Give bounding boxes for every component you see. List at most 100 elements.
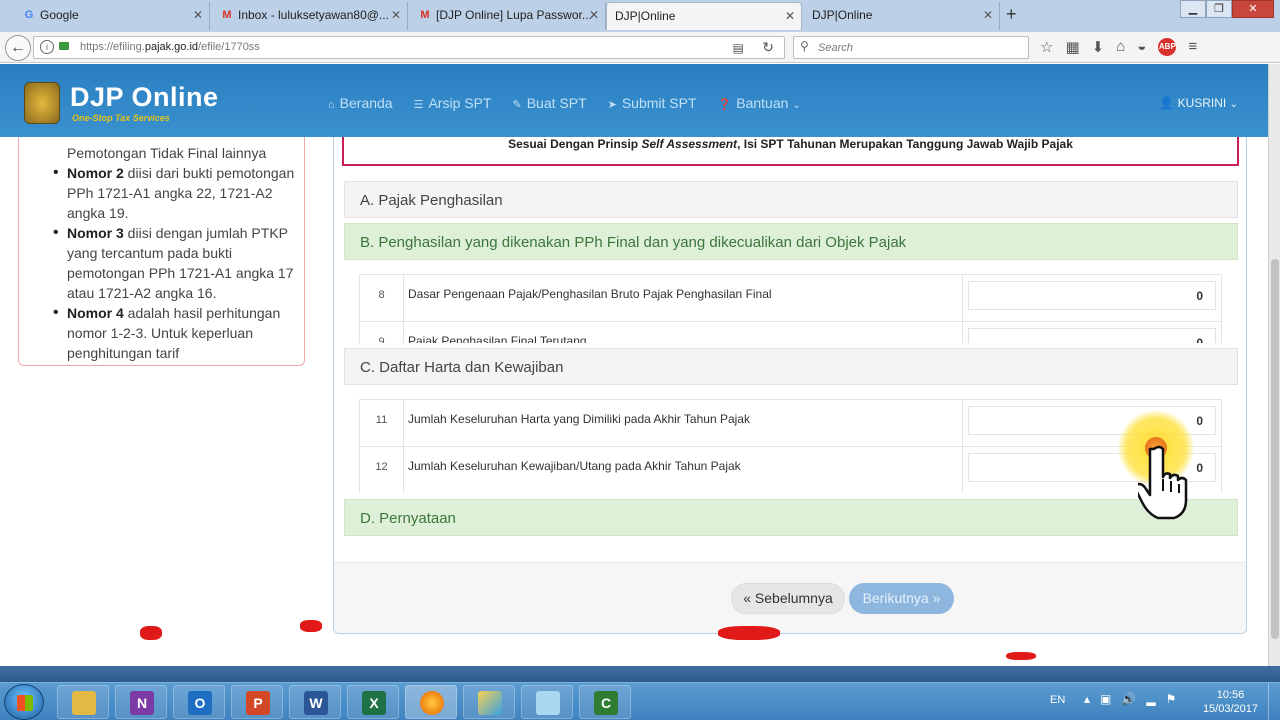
- google-favicon-icon: G: [24, 9, 34, 21]
- network-device-icon[interactable]: ▣: [1100, 692, 1111, 706]
- taskbar-outlook[interactable]: O: [173, 685, 225, 719]
- tab-label: Google: [40, 8, 79, 22]
- arrow-left-icon: ←: [10, 39, 26, 56]
- reader-view-icon[interactable]: ▤: [733, 41, 744, 55]
- close-tab-icon[interactable]: ✕: [193, 2, 203, 28]
- close-tab-icon[interactable]: ✕: [983, 2, 993, 28]
- dpp-final-input[interactable]: 0: [968, 281, 1216, 310]
- browser-status-strip: [0, 666, 1280, 682]
- taskbar-firefox[interactable]: [405, 685, 457, 719]
- tab-label: DJP|Online: [812, 8, 873, 22]
- maximize-button[interactable]: ❐: [1206, 0, 1232, 18]
- new-tab-button[interactable]: +: [1006, 4, 1017, 25]
- windows-logo-icon: [17, 695, 33, 711]
- onenote-icon: N: [130, 691, 154, 715]
- tab-djp-lupa-password[interactable]: M [DJP Online] Lupa Passwor... ✕: [410, 2, 606, 30]
- taskbar-excel[interactable]: X: [347, 685, 399, 719]
- word-icon: W: [304, 691, 328, 715]
- chevron-down-icon: ⌄: [1229, 99, 1238, 110]
- nav-buat-spt[interactable]: ✎ Buat SPT: [512, 95, 586, 111]
- taskbar-powerpoint[interactable]: P: [231, 685, 283, 719]
- url-text: https://efiling.pajak.go.id/efile/1770ss: [80, 41, 260, 53]
- page-scrollbar[interactable]: [1268, 64, 1280, 666]
- tab-djp-online[interactable]: DJP|Online ✕: [804, 2, 1000, 30]
- close-tab-icon[interactable]: ✕: [589, 2, 599, 28]
- list-item: Nomor 4 adalah hasil perhitungan nomor 1…: [53, 303, 297, 363]
- clock-time: 10:56: [1216, 689, 1245, 701]
- row-label: Pajak Penghasilan Final Terutang: [403, 321, 963, 343]
- nav-arsip-spt[interactable]: ☰ Arsip SPT: [414, 95, 492, 111]
- taskbar-paint[interactable]: [463, 685, 515, 719]
- taskbar-onenote[interactable]: N: [115, 685, 167, 719]
- notes-icon: [536, 691, 560, 715]
- user-menu[interactable]: 👤 KUSRINI ⌄: [1159, 96, 1238, 110]
- action-center-icon[interactable]: ⚑: [1166, 692, 1177, 706]
- taskbar-explorer[interactable]: [57, 685, 109, 719]
- tab-gmail-inbox[interactable]: M Inbox - luluksetyawan80@... ✕: [212, 2, 408, 30]
- folder-icon: [72, 691, 96, 715]
- powerpoint-icon: P: [246, 691, 270, 715]
- bookmark-star-icon[interactable]: ☆: [1040, 38, 1053, 56]
- start-button[interactable]: [4, 684, 44, 720]
- section-b-table: 8 Dasar Pengenaan Pajak/Penghasilan Brut…: [359, 274, 1222, 343]
- nav-submit-spt[interactable]: ➤ Submit SPT: [608, 95, 697, 111]
- signal-icon[interactable]: ▂: [1146, 692, 1155, 706]
- section-b-body: 8 Dasar Pengenaan Pajak/Penghasilan Brut…: [344, 261, 1238, 343]
- close-tab-icon[interactable]: ✕: [391, 2, 401, 28]
- pph-final-terutang-input[interactable]: 0: [968, 328, 1216, 343]
- chevron-down-icon: ⌄: [792, 100, 801, 111]
- back-button[interactable]: ←: [5, 35, 31, 61]
- show-desktop-button[interactable]: [1268, 683, 1280, 720]
- site-logo-title[interactable]: DJP Online: [70, 82, 219, 113]
- item-title: Nomor 2: [67, 165, 124, 181]
- section-d-header[interactable]: D. Pernyataan: [344, 499, 1238, 536]
- close-window-button[interactable]: ✕: [1232, 0, 1274, 18]
- taskbar-camtasia[interactable]: C: [579, 685, 631, 719]
- taskbar-notes[interactable]: [521, 685, 573, 719]
- row-number: 12: [359, 446, 404, 493]
- nav-bantuan[interactable]: ❓ Bantuan ⌄: [718, 95, 801, 111]
- garuda-emblem-icon: [24, 82, 60, 124]
- bookmarks-library-icon[interactable]: ▦: [1065, 38, 1079, 56]
- menu-icon[interactable]: ≡: [1188, 38, 1197, 56]
- section-b-header[interactable]: B. Penghasilan yang dikenakan PPh Final …: [344, 223, 1238, 260]
- nav-beranda[interactable]: ⌂ Beranda: [328, 95, 393, 111]
- adblock-plus-icon[interactable]: ABP: [1158, 38, 1177, 56]
- petunjuk-text: Pemotongan Tidak Final lainnya Nomor 2 d…: [53, 143, 297, 363]
- downloads-icon[interactable]: ⬇: [1092, 38, 1105, 56]
- scrollbar-thumb[interactable]: [1271, 259, 1279, 639]
- clock-date: 15/03/2017: [1202, 703, 1258, 715]
- search-bar[interactable]: ⚲ Search: [793, 36, 1029, 59]
- minimize-button[interactable]: ▁: [1180, 0, 1206, 18]
- volume-icon[interactable]: 🔊: [1121, 692, 1136, 706]
- list-item: Nomor 2 diisi dari bukti pemotongan PPh …: [53, 163, 297, 223]
- taskbar-word[interactable]: W: [289, 685, 341, 719]
- address-bar[interactable]: i https://efiling.pajak.go.id/efile/1770…: [33, 36, 785, 59]
- system-clock[interactable]: 10:56 15/03/2017: [1203, 688, 1258, 716]
- next-button[interactable]: Berikutnya »: [849, 583, 954, 614]
- section-a-header[interactable]: A. Pajak Penghasilan: [344, 181, 1238, 218]
- tab-djp-online-active[interactable]: DJP|Online ✕: [606, 2, 802, 30]
- red-scribble: [718, 626, 780, 640]
- firefox-icon: [420, 691, 444, 715]
- language-indicator[interactable]: EN: [1050, 694, 1065, 706]
- previous-button[interactable]: « Sebelumnya: [731, 583, 845, 614]
- tab-label: [DJP Online] Lupa Passwor...: [436, 8, 592, 22]
- section-c-header[interactable]: C. Daftar Harta dan Kewajiban: [344, 348, 1238, 385]
- close-tab-icon[interactable]: ✕: [785, 3, 795, 29]
- row-number: 9: [359, 321, 404, 343]
- pocket-icon[interactable]: ◒: [1137, 38, 1146, 56]
- reload-icon[interactable]: ↻: [762, 39, 774, 56]
- show-hidden-icons-icon[interactable]: ▴: [1084, 692, 1090, 706]
- table-row: 11 Jumlah Keseluruhan Harta yang Dimilik…: [359, 399, 1222, 447]
- table-row: 12 Jumlah Keseluruhan Kewajiban/Utang pa…: [359, 446, 1222, 493]
- send-icon: ➤: [607, 99, 617, 111]
- home-icon[interactable]: ⌂: [1116, 38, 1125, 56]
- red-scribble: [300, 620, 322, 632]
- window-controls: ▁ ❐ ✕: [1180, 0, 1274, 18]
- main-nav: ⌂ Beranda ☰ Arsip SPT ✎ Buat SPT ➤ Submit SP…: [328, 95, 801, 111]
- nav-label: Submit SPT: [621, 95, 697, 111]
- info-icon[interactable]: i: [40, 40, 54, 54]
- row-label: Jumlah Keseluruhan Kewajiban/Utang pada …: [403, 446, 963, 493]
- tab-google[interactable]: G Google ✕: [14, 2, 210, 30]
